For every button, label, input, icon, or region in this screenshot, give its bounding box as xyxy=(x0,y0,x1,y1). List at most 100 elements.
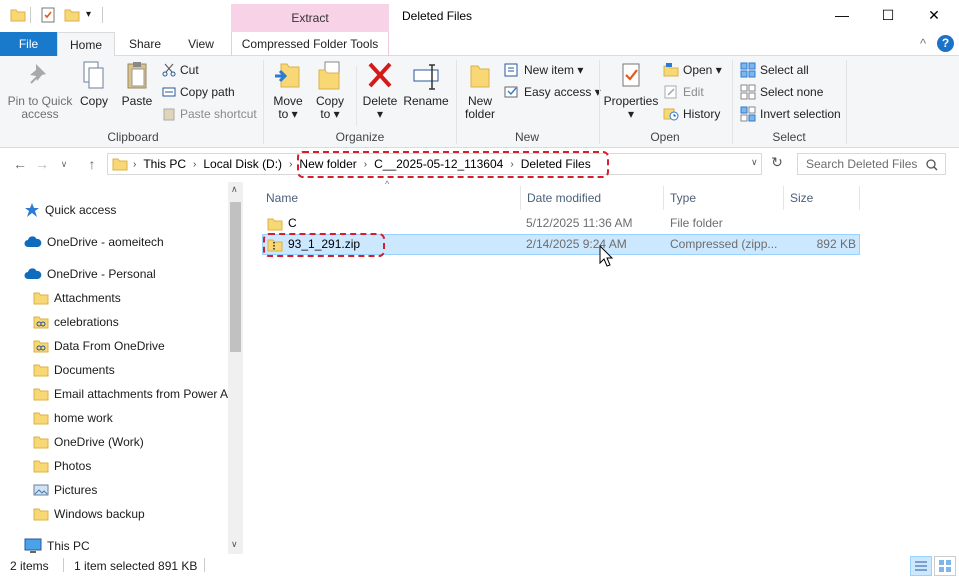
invert-selection-icon xyxy=(740,106,756,122)
nav-item-attachments[interactable]: Attachments xyxy=(33,287,121,309)
paste-shortcut-icon xyxy=(163,108,175,121)
properties-icon[interactable] xyxy=(40,7,56,23)
arrow-left-icon: ← xyxy=(13,156,27,172)
new-item-button[interactable]: New item ▾ xyxy=(504,60,583,80)
tab-compressed-folder-tools[interactable]: Compressed Folder Tools xyxy=(231,32,389,56)
paste-shortcut-button[interactable]: Paste shortcut xyxy=(162,104,257,124)
tab-view[interactable]: View xyxy=(177,32,225,56)
tab-home[interactable]: Home xyxy=(57,32,115,57)
nav-item-documents[interactable]: Documents xyxy=(33,359,115,381)
details-view-button[interactable] xyxy=(910,556,932,576)
select-none-button[interactable]: Select none xyxy=(740,82,823,102)
arrow-right-icon: → xyxy=(35,156,49,172)
nav-item-onedrive-work[interactable]: OneDrive (Work) xyxy=(33,431,144,453)
help-icon[interactable]: ? xyxy=(937,35,954,52)
properties-icon xyxy=(622,63,640,87)
pin-to-quick-access-button[interactable]: Pin to Quick access xyxy=(4,60,76,121)
cut-button[interactable]: Cut xyxy=(162,60,199,80)
maximize-button[interactable]: ☐ xyxy=(865,0,911,30)
copy-to-button[interactable]: Copy to ▾ xyxy=(310,60,350,121)
copy-path-icon xyxy=(162,87,176,97)
properties-button[interactable]: Properties ▾ xyxy=(603,60,659,121)
nav-item-onedrive-personal[interactable]: OneDrive - Personal xyxy=(24,263,156,285)
scissors-icon xyxy=(162,63,176,77)
open-button[interactable]: Open ▾ xyxy=(663,60,722,80)
move-to-label: Move to ▾ xyxy=(273,94,303,121)
copy-to-label: Copy to ▾ xyxy=(315,94,344,121)
edit-button[interactable]: Edit xyxy=(663,82,704,102)
nav-item-pictures[interactable]: Pictures xyxy=(33,479,97,501)
delete-button[interactable]: Delete ▾ xyxy=(361,60,399,121)
close-button[interactable]: ✕ xyxy=(911,0,957,30)
file-type: File folder xyxy=(670,216,723,230)
shared-folder-icon xyxy=(33,316,49,329)
paste-label: Paste xyxy=(121,94,153,108)
nav-item-quick-access[interactable]: Quick access xyxy=(24,199,116,221)
new-item-icon xyxy=(504,63,518,77)
minimize-button[interactable]: — xyxy=(819,0,865,30)
nav-item-windows-backup[interactable]: Windows backup xyxy=(33,503,145,525)
paste-icon xyxy=(127,62,147,89)
recent-locations-button[interactable]: ∨ xyxy=(54,154,74,174)
breadcrumb-this-pc[interactable]: This PC xyxy=(139,157,190,171)
nav-scrollbar-thumb[interactable] xyxy=(230,202,241,352)
delete-label: Delete ▾ xyxy=(362,94,398,121)
nav-item-onedrive-aomeitech[interactable]: OneDrive - aomeitech xyxy=(24,231,164,253)
nav-item-email-attachments[interactable]: Email attachments from Power A xyxy=(33,383,228,405)
file-highlight-annotation xyxy=(263,233,385,257)
select-group-label: Select xyxy=(772,130,806,144)
back-button[interactable]: ← xyxy=(10,154,30,174)
column-header-size[interactable]: Size xyxy=(784,186,860,210)
column-header-name[interactable]: Name xyxy=(260,186,521,210)
address-dropdown-icon[interactable]: ∨ xyxy=(751,157,758,168)
move-to-button[interactable]: Move to ▾ xyxy=(268,60,308,121)
breadcrumb-local-disk[interactable]: Local Disk (D:) xyxy=(199,157,286,171)
customize-toolbar-icon[interactable]: ▾ xyxy=(86,9,102,25)
easy-access-button[interactable]: Easy access ▾ xyxy=(504,82,601,102)
item-count: 2 items xyxy=(10,559,49,573)
history-button[interactable]: History xyxy=(663,104,720,124)
invert-selection-button[interactable]: Invert selection xyxy=(740,104,841,124)
pictures-icon xyxy=(33,484,49,496)
properties-label: Properties ▾ xyxy=(603,94,659,121)
column-header-type[interactable]: Type xyxy=(664,186,784,210)
path-highlight-annotation xyxy=(297,151,609,178)
pin-icon xyxy=(30,64,46,84)
copy-path-button[interactable]: Copy path xyxy=(162,82,235,102)
new-folder-button[interactable]: New folder xyxy=(460,60,500,121)
collapse-ribbon-icon[interactable]: ^ xyxy=(920,36,926,51)
forward-button[interactable]: → xyxy=(32,154,52,174)
file-row-c[interactable]: C 5/12/2025 11:36 AM File folder xyxy=(262,213,860,234)
copy-button[interactable]: Copy xyxy=(76,60,112,108)
star-icon xyxy=(25,203,39,217)
new-folder-icon[interactable] xyxy=(64,7,80,23)
edit-icon xyxy=(664,85,677,99)
column-header-date-modified[interactable]: Date modified xyxy=(521,186,664,210)
folder-icon xyxy=(33,364,49,377)
nav-item-celebrations[interactable]: celebrations xyxy=(33,311,119,333)
search-input[interactable]: Search Deleted Files xyxy=(797,153,946,175)
copy-label: Copy xyxy=(79,94,108,108)
nav-item-home-work[interactable]: home work xyxy=(33,407,113,429)
folder-icon xyxy=(267,218,283,230)
up-button[interactable]: ↑ xyxy=(82,154,102,174)
nav-item-data-from-onedrive[interactable]: Data From OneDrive xyxy=(33,335,165,357)
select-all-button[interactable]: Select all xyxy=(740,60,809,80)
nav-scrollbar[interactable]: ∧ ∨ xyxy=(228,182,243,554)
details-view-icon xyxy=(915,561,927,571)
new-folder-label: New folder xyxy=(464,94,496,121)
paste-button[interactable]: Paste xyxy=(118,60,156,108)
tab-share[interactable]: Share xyxy=(120,32,170,56)
nav-item-photos[interactable]: Photos xyxy=(33,455,91,477)
arrow-up-icon: ↑ xyxy=(88,156,96,172)
large-icons-view-button[interactable] xyxy=(934,556,956,576)
scroll-down-icon[interactable]: ∨ xyxy=(231,539,238,550)
ribbon: Pin to Quick access Copy Paste Cut Copy … xyxy=(0,56,959,148)
pin-label: Pin to Quick access xyxy=(7,94,73,121)
refresh-button[interactable]: ↻ xyxy=(766,154,788,174)
title-bar: ▾ Extract Deleted Files — ☐ ✕ xyxy=(0,0,959,32)
scroll-up-icon[interactable]: ∧ xyxy=(231,184,238,195)
folder-icon xyxy=(33,292,49,305)
rename-button[interactable]: Rename xyxy=(402,60,450,108)
tab-file[interactable]: File xyxy=(0,32,57,56)
